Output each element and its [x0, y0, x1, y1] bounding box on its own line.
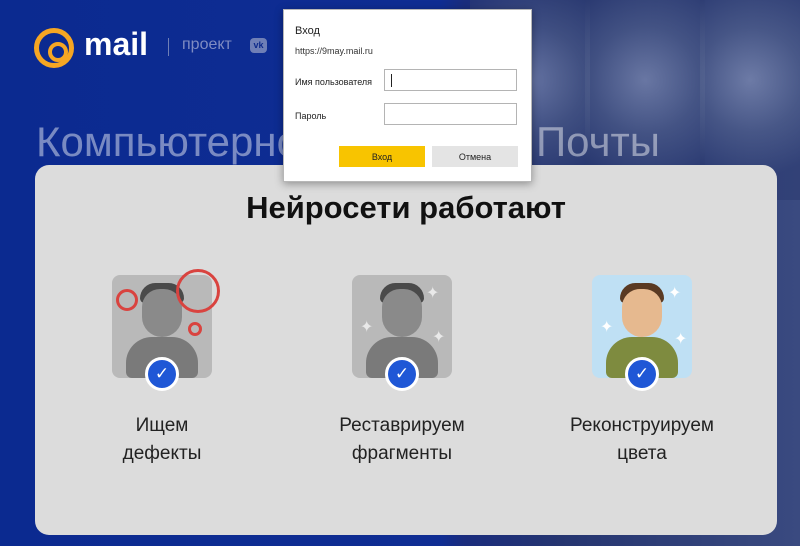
password-label: Пароль: [295, 111, 327, 121]
check-icon: ✓: [625, 357, 659, 391]
step-find-defects: ✓ Ищем дефекты: [62, 269, 262, 468]
cancel-button[interactable]: Отмена: [432, 146, 518, 167]
card-title: Нейросети работают: [246, 190, 566, 225]
sparkle-icon: ✦: [432, 327, 446, 346]
defect-ring-icon: [188, 322, 202, 336]
step-label-line2: фрагменты: [351, 443, 453, 464]
password-input[interactable]: [384, 103, 517, 125]
dialog-url: https://9may.mail.ru: [295, 46, 373, 56]
portrait-face: [622, 289, 662, 337]
sparkle-icon: ✦: [360, 317, 374, 336]
step-label-line1: Реставрируем: [339, 415, 465, 436]
sparkle-icon: ✦: [668, 283, 682, 302]
check-icon: ✓: [145, 357, 179, 391]
project-label: проект: [182, 36, 232, 53]
login-dialog: Вход https://9may.mail.ru Имя пользовате…: [283, 9, 532, 182]
step-label: Реставрируем фрагменты: [302, 412, 502, 468]
sparkle-icon: ✦: [426, 283, 440, 302]
username-input[interactable]: [384, 69, 517, 91]
step-label-line2: дефекты: [122, 443, 202, 464]
sparkle-icon: ✦: [674, 329, 688, 348]
portrait-face: [382, 289, 422, 337]
step-reconstruct-colors: ✦ ✦ ✦ ✓ Реконструируем цвета: [542, 275, 742, 468]
vk-logo-icon: vk: [250, 38, 267, 53]
logo-divider: [168, 38, 169, 56]
step-label-line1: Реконструируем: [570, 415, 714, 436]
step-label: Ищем дефекты: [62, 412, 262, 468]
soldier-portrait-color: ✦ ✦ ✦ ✓: [592, 275, 692, 391]
step-label: Реконструируем цвета: [542, 412, 742, 468]
text-caret: [391, 74, 392, 87]
login-button[interactable]: Вход: [339, 146, 425, 167]
soldier-portrait-restored: ✦ ✦ ✦ ✓: [352, 275, 452, 391]
step-restore-fragments: ✦ ✦ ✦ ✓ Реставрируем фрагменты: [302, 275, 502, 468]
defect-ring-icon: [176, 269, 220, 313]
dialog-title: Вход: [295, 25, 320, 37]
check-icon: ✓: [385, 357, 419, 391]
mail-at-logo-icon: [34, 28, 74, 68]
step-label-line1: Ищем: [135, 415, 189, 436]
sparkle-icon: ✦: [600, 317, 614, 336]
soldier-portrait-gray: ✓: [112, 269, 220, 391]
defect-ring-icon: [116, 289, 138, 311]
step-label-line2: цвета: [617, 443, 667, 464]
username-label: Имя пользователя: [295, 77, 373, 87]
mail-logo-text: mail: [84, 26, 149, 62]
